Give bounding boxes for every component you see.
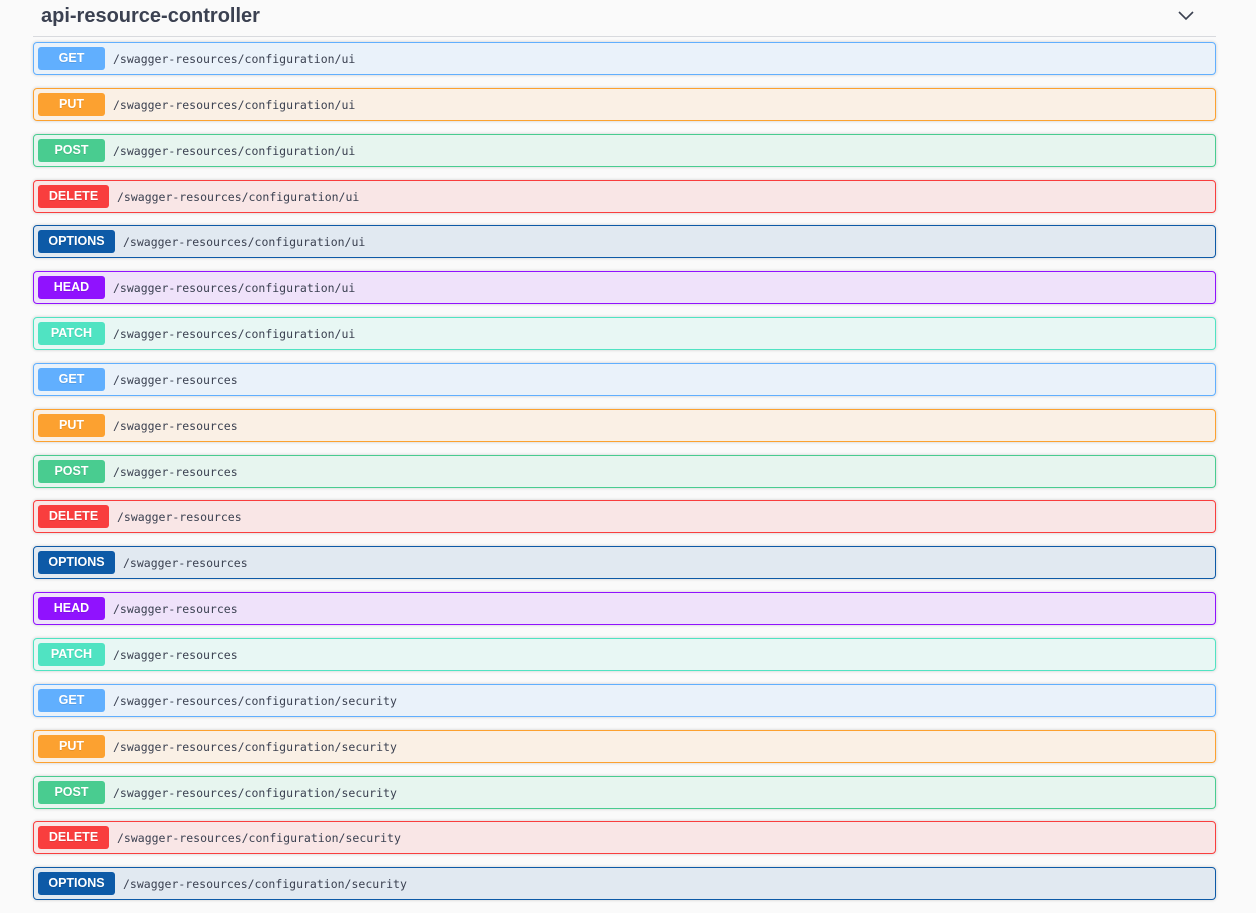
operation-path: /swagger-resources/configuration/ui (113, 97, 356, 112)
operation-path: /swagger-resources/configuration/ui (123, 235, 366, 250)
operation-row[interactable]: PUT/swagger-resources/configuration/secu… (33, 729, 1216, 763)
operation-path: /swagger-resources (113, 647, 238, 662)
operation-row[interactable]: OPTIONS/swagger-resources (33, 546, 1216, 580)
operation-row[interactable]: DELETE/swagger-resources (33, 500, 1216, 534)
operation-row[interactable]: GET/swagger-resources/configuration/ui (33, 42, 1216, 75)
operation-row[interactable]: POST/swagger-resources (33, 454, 1216, 488)
method-badge: OPTIONS (38, 872, 115, 896)
operation-row[interactable]: GET/swagger-resources/configuration/secu… (33, 683, 1216, 717)
method-badge: OPTIONS (38, 230, 115, 254)
method-badge: PATCH (38, 322, 105, 346)
method-badge: POST (38, 780, 105, 804)
operation-row[interactable]: PUT/swagger-resources (33, 408, 1216, 442)
operation-row[interactable]: DELETE/swagger-resources/configuration/u… (33, 179, 1216, 213)
operation-row[interactable]: GET/swagger-resources (33, 362, 1216, 396)
method-badge: PUT (38, 734, 105, 758)
method-badge: PUT (38, 92, 105, 116)
method-badge: POST (38, 459, 105, 483)
operation-path: /swagger-resources/configuration/securit… (113, 739, 397, 754)
method-badge: GET (38, 688, 105, 712)
operation-path: /swagger-resources (113, 464, 238, 479)
operation-path: /swagger-resources/configuration/ui (113, 281, 356, 296)
method-badge: DELETE (38, 826, 109, 850)
operation-path: /swagger-resources/configuration/ui (113, 327, 356, 342)
method-badge: HEAD (38, 276, 105, 300)
tag-title: api-resource-controller (41, 5, 260, 27)
operation-path: /swagger-resources (113, 418, 238, 433)
method-badge: DELETE (38, 184, 109, 208)
operation-path: /swagger-resources/configuration/ui (113, 52, 356, 66)
operation-row[interactable]: POST/swagger-resources/configuration/sec… (33, 775, 1216, 809)
tag-section: api-resource-controller GET/swagger-reso… (33, 0, 1216, 911)
operation-path: /swagger-resources (123, 556, 248, 571)
operation-path: /swagger-resources (117, 510, 242, 525)
operation-row[interactable]: PUT/swagger-resources/configuration/ui (33, 87, 1216, 121)
method-badge: GET (38, 367, 105, 391)
operation-path: /swagger-resources/configuration/securit… (117, 831, 401, 846)
operation-path: /swagger-resources/configuration/securit… (113, 785, 397, 800)
operation-path: /swagger-resources/configuration/securit… (123, 877, 407, 892)
method-badge: HEAD (38, 597, 105, 621)
operation-path: /swagger-resources/configuration/ui (117, 189, 360, 204)
method-badge: PUT (38, 413, 105, 437)
method-badge: DELETE (38, 505, 109, 529)
operation-row[interactable]: PATCH/swagger-resources (33, 637, 1216, 671)
chevron-down-icon[interactable] (1178, 8, 1194, 22)
operation-path: /swagger-resources (113, 372, 238, 387)
tag-header[interactable]: api-resource-controller (33, 0, 1216, 37)
operation-path: /swagger-resources/configuration/ui (113, 143, 356, 158)
operations-list: GET/swagger-resources/configuration/ui PU… (33, 42, 1216, 913)
operation-row[interactable]: OPTIONS/swagger-resources/configuration/… (33, 867, 1216, 901)
operation-row[interactable]: DELETE/swagger-resources/configuration/s… (33, 821, 1216, 855)
operation-row[interactable]: HEAD/swagger-resources (33, 592, 1216, 626)
operation-path: /swagger-resources (113, 602, 238, 617)
operation-row[interactable]: HEAD/swagger-resources/configuration/ui (33, 271, 1216, 305)
operation-path: /swagger-resources/configuration/securit… (113, 693, 397, 708)
operation-row[interactable]: OPTIONS/swagger-resources/configuration/… (33, 225, 1216, 259)
operation-row[interactable]: POST/swagger-resources/configuration/ui (33, 133, 1216, 167)
method-badge: GET (38, 47, 105, 70)
method-badge: OPTIONS (38, 551, 115, 575)
method-badge: PATCH (38, 642, 105, 666)
operation-row[interactable]: PATCH/swagger-resources/configuration/ui (33, 317, 1216, 351)
method-badge: POST (38, 138, 105, 162)
